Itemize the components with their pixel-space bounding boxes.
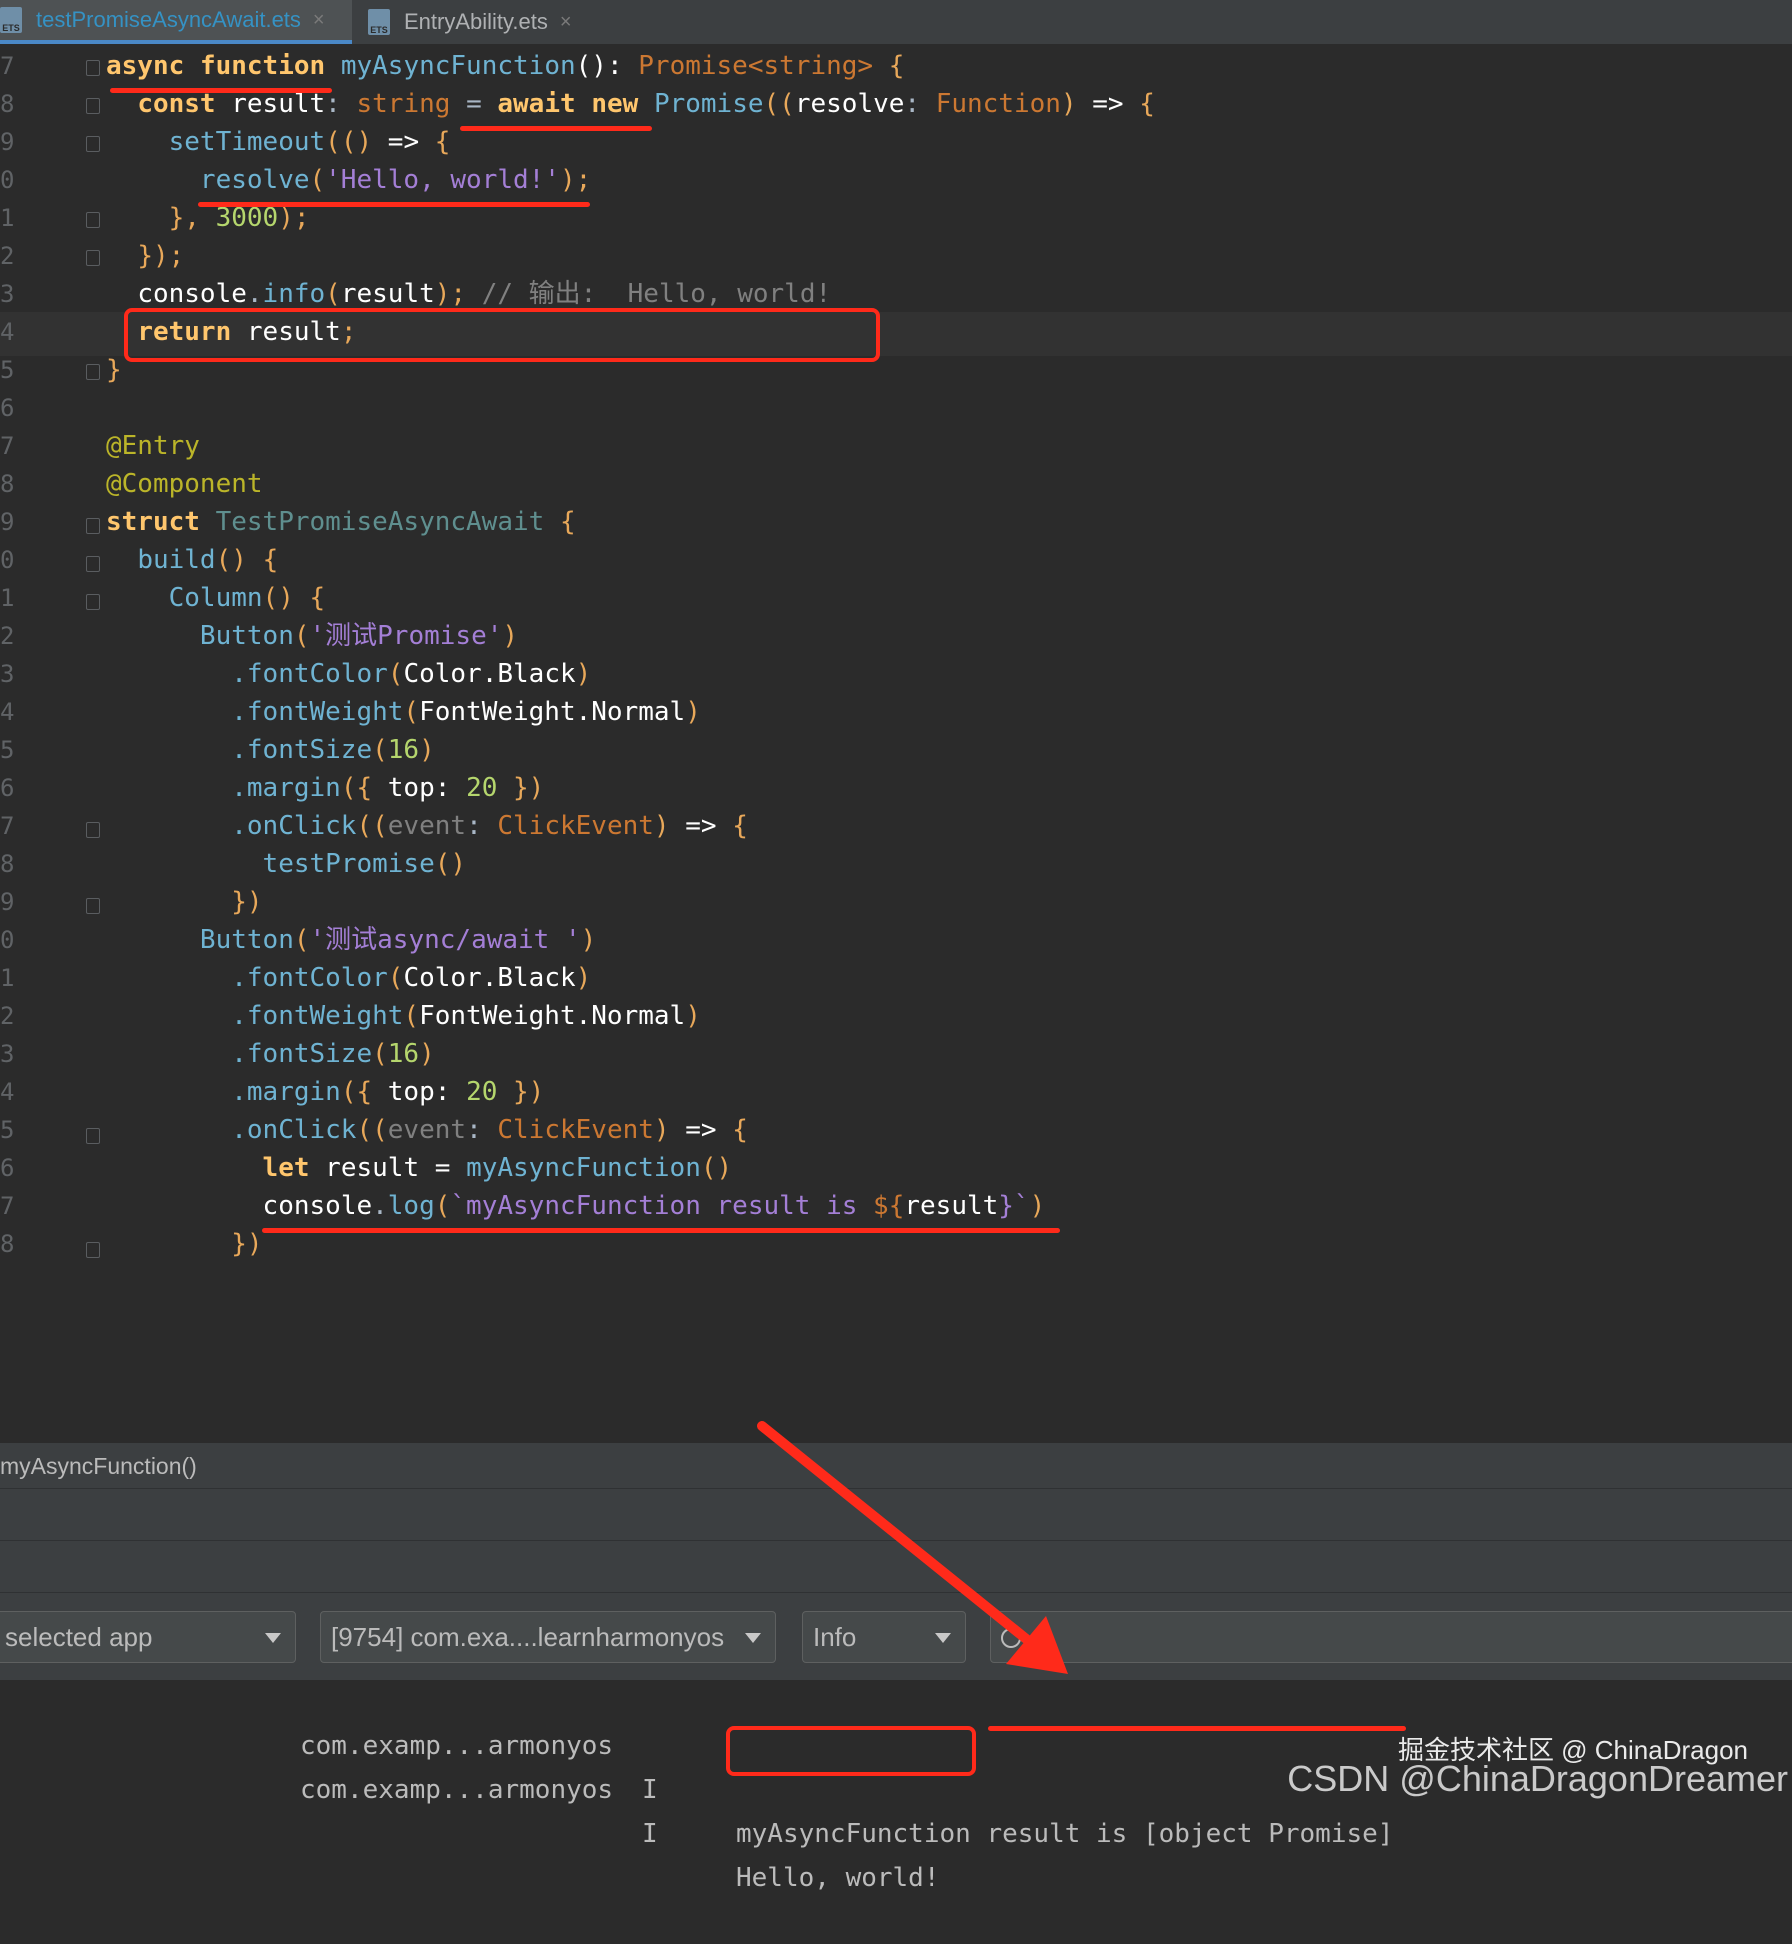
watermark: CSDN @ChinaDragonDreamer <box>1287 1758 1788 1799</box>
annotation-arrow <box>757 1421 1068 1674</box>
log-message: Hello, world! <box>736 1863 940 1893</box>
log-level: I <box>642 1819 658 1849</box>
log-message: myAsyncFunction result is [object Promis… <box>736 1819 1394 1849</box>
